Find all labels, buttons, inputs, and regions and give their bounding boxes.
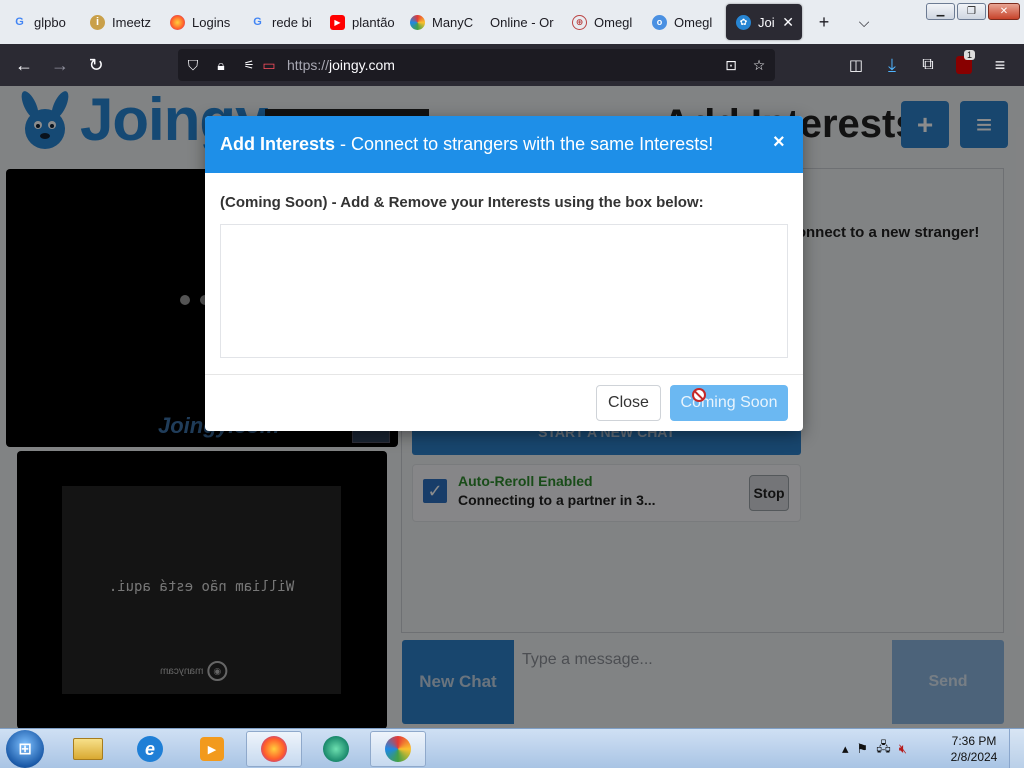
modal-title: Add Interests - Connect to strangers wit… (220, 134, 714, 154)
omegle-icon: o (652, 14, 667, 30)
reader-view-icon[interactable]: ⊡ (722, 56, 740, 74)
tab-list-button[interactable]: ⌵ (852, 10, 876, 34)
interests-textarea[interactable] (220, 224, 788, 358)
taskbar-explorer[interactable] (60, 731, 116, 767)
url-bar[interactable]: ⛉ 🔒︎ ⚟ ▭ https://joingy.com ⊡ ☆ (178, 49, 775, 81)
tab-logins[interactable]: Logins (160, 4, 240, 40)
taskbar-clock[interactable]: 7:36 PM 2/8/2024 (946, 733, 1002, 765)
menu-icon[interactable]: ≡ (988, 53, 1012, 77)
tab-label: glpbo (34, 14, 66, 30)
tab-label: Online - Or (490, 14, 554, 30)
pocket-icon[interactable]: ◫ (844, 53, 868, 77)
tab-label: Omegl (594, 14, 633, 30)
not-allowed-cursor-icon (692, 388, 706, 402)
volume-muted-icon[interactable]: 🔇︎ (899, 741, 907, 757)
clock-time: 7:36 PM (951, 734, 997, 748)
forward-button[interactable]: → (48, 53, 72, 77)
restore-button[interactable]: ❐ (957, 3, 986, 20)
coming-soon-button[interactable]: Coming Soon (670, 385, 788, 421)
show-desktop-button[interactable] (1009, 729, 1024, 768)
explorer-icon (73, 738, 103, 760)
youtube-icon: ▶ (330, 14, 345, 30)
tab-close-icon[interactable]: ✕ (782, 14, 802, 31)
tab-omegle-1[interactable]: ⊕ Omegl (562, 4, 642, 40)
modal-divider (205, 374, 803, 375)
tab-label: Imeetz (112, 14, 152, 30)
url-text[interactable]: https://joingy.com (287, 57, 395, 73)
tab-label: Logins (192, 14, 231, 30)
tab-manycam[interactable]: ManyC (400, 4, 480, 40)
google-icon: G (15, 16, 24, 28)
new-tab-button[interactable]: + (812, 10, 836, 34)
start-button[interactable]: ⊞ (6, 730, 44, 768)
reload-button[interactable]: ↻ (84, 53, 108, 77)
network-icon[interactable]: 🖧 (876, 738, 891, 760)
taskbar-internet-explorer[interactable]: e (122, 731, 178, 767)
manycam-icon (385, 736, 411, 762)
taskbar-chat-app[interactable] (308, 731, 364, 767)
globe-icon: ⊕ (572, 14, 587, 30)
browser-tab-bar: G glpbo i Imeetz Logins G rede bi ▶ plan… (0, 0, 1024, 44)
tab-glpbo[interactable]: G glpbo (2, 4, 80, 40)
imeetzu-icon: i (90, 14, 105, 30)
tab-online[interactable]: Online - Or (480, 4, 562, 40)
tab-joingy[interactable]: ✿ Joing ✕ (726, 4, 802, 40)
tab-label: ManyC (432, 14, 474, 30)
manycam-icon (410, 14, 425, 30)
windows-taskbar: ⊞ e ▶ ▴ ⚑ 🖧 🔇︎ 7:36 PM 2/8/2024 (0, 728, 1024, 768)
action-center-flag-icon[interactable]: ⚑ (857, 741, 869, 757)
add-interests-modal: Add Interests - Connect to strangers wit… (205, 116, 803, 431)
window-close-button[interactable]: ✕ (988, 3, 1020, 20)
taskbar-media-player[interactable]: ▶ (184, 731, 240, 767)
tray-expand-icon[interactable]: ▴ (842, 741, 849, 757)
chat-app-icon (323, 736, 349, 762)
permissions-icon[interactable]: ⚟ (240, 56, 258, 74)
google-icon: G (253, 16, 262, 28)
tab-label: rede bi (272, 14, 312, 30)
modal-body-text: (Coming Soon) - Add & Remove your Intere… (220, 194, 704, 211)
modal-header: Add Interests - Connect to strangers wit… (205, 116, 803, 173)
clock-date: 2/8/2024 (950, 750, 998, 764)
camera-sharing-icon[interactable]: ▭ (260, 56, 278, 74)
internet-explorer-icon: e (137, 736, 163, 762)
ublock-icon[interactable]: 1 (952, 50, 976, 77)
modal-close-icon[interactable]: × (773, 131, 785, 154)
extension-badge: 1 (964, 50, 976, 60)
firefox-icon (261, 736, 287, 762)
bookmark-star-icon[interactable]: ☆ (750, 56, 768, 74)
download-icon[interactable]: ⤓ (880, 53, 904, 77)
media-player-icon: ▶ (200, 737, 224, 761)
lock-icon[interactable]: 🔒︎ (212, 56, 230, 74)
tab-omegle-2[interactable]: o Omegl (642, 4, 722, 40)
joingy-bunny-icon: ✿ (736, 14, 751, 30)
tab-label: Joing (758, 14, 775, 30)
modal-close-button[interactable]: Close (596, 385, 661, 421)
tab-imeetz[interactable]: i Imeetz (80, 4, 160, 40)
tab-rede[interactable]: G rede bi (240, 4, 320, 40)
shield-icon[interactable]: ⛉ (184, 56, 202, 74)
back-button[interactable]: ← (12, 53, 36, 77)
tab-plantao[interactable]: ▶ plantão (320, 4, 400, 40)
taskbar-manycam[interactable] (370, 731, 426, 767)
tab-label: plantão (352, 14, 395, 30)
tab-label: Omegl (674, 14, 713, 30)
taskbar-firefox[interactable] (246, 731, 302, 767)
extensions-icon[interactable]: ⧉ (916, 53, 940, 77)
firefox-icon (170, 14, 185, 30)
system-tray: ▴ ⚑ 🖧 🔇︎ (842, 729, 907, 768)
minimize-button[interactable]: ▁ (926, 3, 955, 20)
